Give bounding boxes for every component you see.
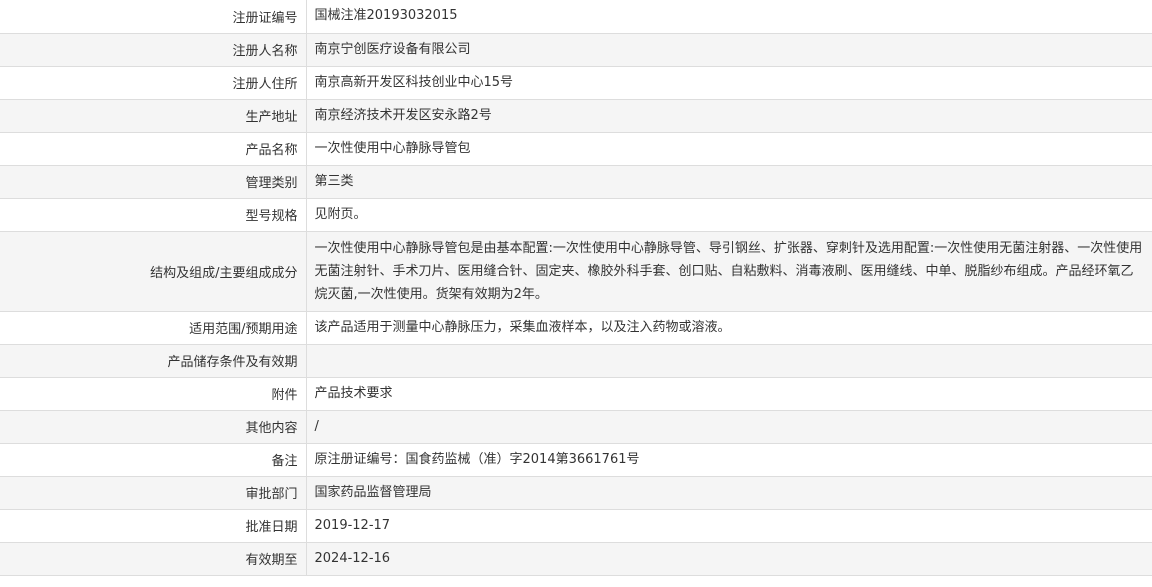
table-row: 产品储存条件及有效期 bbox=[0, 344, 1152, 378]
row-value: 见附页。 bbox=[306, 198, 1152, 232]
row-label: 生产地址 bbox=[0, 99, 307, 133]
row-value: 该产品适用于测量中心静脉压力，采集血液样本，以及注入药物或溶液。 bbox=[306, 311, 1152, 345]
table-row: 注册证编号 国械注准20193032015 bbox=[0, 0, 1152, 34]
table-row: 注册人住所 南京高新开发区科技创业中心15号 bbox=[0, 66, 1152, 100]
row-value: 南京高新开发区科技创业中心15号 bbox=[306, 66, 1152, 100]
row-value: / bbox=[306, 410, 1152, 444]
row-value: 2024-12-16 bbox=[306, 542, 1152, 576]
table-row: 结构及组成/主要组成成分 一次性使用中心静脉导管包是由基本配置:一次性使用中心静… bbox=[0, 231, 1152, 312]
table-row: 管理类别 第三类 bbox=[0, 165, 1152, 199]
table-row: 备注 原注册证编号：国食药监械（准）字2014第3661761号 bbox=[0, 443, 1152, 477]
row-label: 有效期至 bbox=[0, 542, 307, 576]
row-label: 管理类别 bbox=[0, 165, 307, 199]
table-row: 有效期至 2024-12-16 bbox=[0, 542, 1152, 576]
row-label: 型号规格 bbox=[0, 198, 307, 232]
row-label: 其他内容 bbox=[0, 410, 307, 444]
row-value: 一次性使用中心静脉导管包是由基本配置:一次性使用中心静脉导管、导引钢丝、扩张器、… bbox=[306, 231, 1152, 312]
table-row: 注册人名称 南京宁创医疗设备有限公司 bbox=[0, 33, 1152, 67]
row-value: 南京宁创医疗设备有限公司 bbox=[306, 33, 1152, 67]
table-row: 型号规格 见附页。 bbox=[0, 198, 1152, 232]
row-label: 产品储存条件及有效期 bbox=[0, 344, 307, 378]
row-label: 备注 bbox=[0, 443, 307, 477]
row-value: 国械注准20193032015 bbox=[306, 0, 1152, 34]
row-value: 一次性使用中心静脉导管包 bbox=[306, 132, 1152, 166]
table-row: 适用范围/预期用途 该产品适用于测量中心静脉压力，采集血液样本，以及注入药物或溶… bbox=[0, 311, 1152, 345]
row-value bbox=[306, 344, 1152, 378]
row-label: 适用范围/预期用途 bbox=[0, 311, 307, 345]
row-value: 原注册证编号：国食药监械（准）字2014第3661761号 bbox=[306, 443, 1152, 477]
table-row: 附件 产品技术要求 bbox=[0, 377, 1152, 411]
row-label: 附件 bbox=[0, 377, 307, 411]
registration-detail-table: 注册证编号 国械注准20193032015 注册人名称 南京宁创医疗设备有限公司… bbox=[0, 0, 1152, 576]
row-label: 注册人名称 bbox=[0, 33, 307, 67]
row-value: 2019-12-17 bbox=[306, 509, 1152, 543]
row-value: 第三类 bbox=[306, 165, 1152, 199]
row-label: 结构及组成/主要组成成分 bbox=[0, 231, 307, 312]
table-row: 批准日期 2019-12-17 bbox=[0, 509, 1152, 543]
table-row: 审批部门 国家药品监督管理局 bbox=[0, 476, 1152, 510]
row-value: 南京经济技术开发区安永路2号 bbox=[306, 99, 1152, 133]
row-value: 产品技术要求 bbox=[306, 377, 1152, 411]
row-label: 注册人住所 bbox=[0, 66, 307, 100]
row-label: 产品名称 bbox=[0, 132, 307, 166]
row-label: 审批部门 bbox=[0, 476, 307, 510]
row-label: 批准日期 bbox=[0, 509, 307, 543]
row-label: 注册证编号 bbox=[0, 0, 307, 34]
row-value: 国家药品监督管理局 bbox=[306, 476, 1152, 510]
table-row: 生产地址 南京经济技术开发区安永路2号 bbox=[0, 99, 1152, 133]
table-row: 其他内容 / bbox=[0, 410, 1152, 444]
table-row: 产品名称 一次性使用中心静脉导管包 bbox=[0, 132, 1152, 166]
